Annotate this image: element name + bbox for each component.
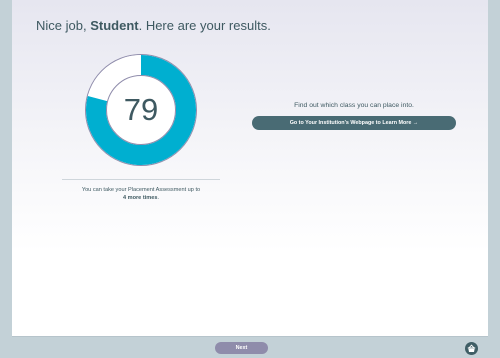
basket-icon: [467, 344, 476, 352]
footer-divider: [12, 336, 488, 337]
score-donut: 79: [85, 54, 197, 166]
divider: [62, 179, 220, 180]
institution-webpage-button[interactable]: Go to Your Institution's Webpage to Lear…: [252, 116, 456, 130]
attempts-count: 4 more times: [122, 195, 158, 201]
user-name: Student: [90, 18, 139, 33]
greeting-text: Nice job,: [36, 18, 87, 33]
attempts-suffix: .: [157, 195, 160, 201]
score-value: 79: [123, 92, 159, 127]
attempts-info: You can take your Placement Assessment u…: [62, 186, 220, 202]
results-card: Nice job, Student. Here are your results…: [12, 0, 488, 336]
next-button[interactable]: Next: [215, 342, 268, 354]
basket-button[interactable]: [465, 342, 478, 355]
placement-prompt: Find out which class you can place into.: [294, 102, 414, 109]
page-title: Nice job, Student. Here are your results…: [36, 18, 271, 33]
results-text: . Here are your results.: [138, 18, 271, 33]
attempts-text: You can take your Placement Assessment u…: [81, 187, 201, 193]
